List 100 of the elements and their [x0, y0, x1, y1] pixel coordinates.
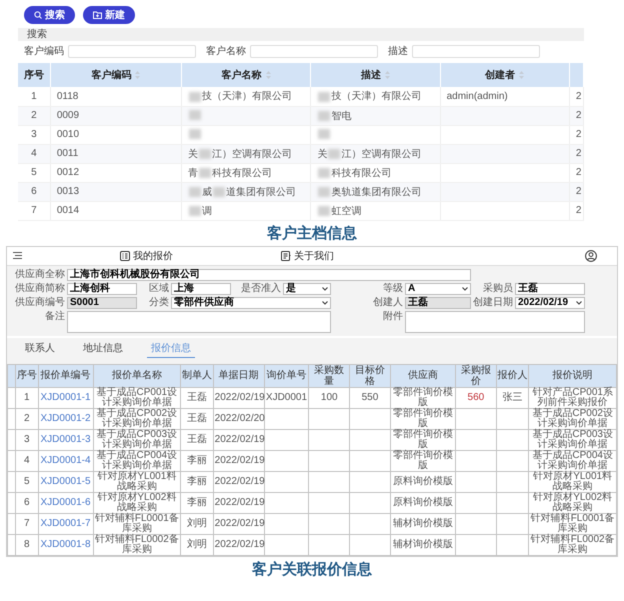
- cell-text: 零部件询价模版: [392, 450, 453, 470]
- sort-icon[interactable]: [266, 71, 271, 80]
- cell-text: 基于成品CP002设计采购询价单据: [532, 408, 613, 428]
- cell-text: 0009: [56, 110, 80, 121]
- field-label: 客户名称: [206, 44, 246, 58]
- input-field: S0001: [67, 296, 137, 308]
- cell-text: 原料询价模版: [392, 496, 453, 508]
- cell-text: 基于成品CP004设计采购询价单据: [96, 450, 178, 470]
- input-field[interactable]: [250, 44, 378, 58]
- cell-text: 2022/02/20: [214, 412, 265, 424]
- cell-text: 刘明: [186, 518, 207, 528]
- sort-icon[interactable]: [384, 71, 390, 80]
- sort-icon[interactable]: [519, 71, 524, 80]
- select-field[interactable]: 是: [283, 282, 331, 294]
- cell-text: 5: [31, 167, 37, 178]
- cell-text: 2: [576, 90, 582, 102]
- cell-text: 青: [188, 168, 198, 178]
- cell-text: 科技有限公司: [331, 168, 392, 178]
- cell-text: 3: [24, 434, 30, 444]
- nav-link[interactable]: 我的报价: [120, 248, 173, 262]
- cell-text: 1: [31, 90, 37, 102]
- cell-text: 0118: [56, 90, 78, 102]
- cell-text: 原料询价模版: [392, 476, 453, 486]
- cell-text: 2: [576, 205, 582, 216]
- cell-text: 技（天津）有限公司: [202, 91, 292, 102]
- input-field[interactable]: 上海: [171, 282, 231, 294]
- cell-text: 张三: [502, 392, 523, 402]
- cell-text: admin(admin): [446, 90, 508, 102]
- select-field[interactable]: 2022/02/19: [515, 296, 585, 308]
- cell-text: 王磊: [186, 392, 207, 402]
- field-label: 备注: [44, 310, 65, 322]
- cell-text: 2022/02/19: [214, 496, 265, 508]
- cell-text: 针对辅料FL0002备库采购: [530, 534, 615, 554]
- blurred-text: [189, 92, 202, 102]
- blurred-text: [328, 148, 340, 159]
- blurred-text: [318, 206, 330, 216]
- cell-text: 零部件询价模版: [392, 408, 453, 428]
- field-label: 附件: [382, 310, 403, 322]
- cell-text: 3: [31, 129, 37, 140]
- user-icon[interactable]: [585, 250, 597, 262]
- tab[interactable]: 联系人: [21, 340, 59, 358]
- cell-text: 7: [31, 205, 37, 216]
- new-button[interactable]: 新建: [83, 6, 135, 24]
- cell-text: 2022/02/19: [214, 538, 265, 550]
- input-field[interactable]: [68, 44, 196, 58]
- cell-text: 针对产品CP001系列前件采购报价: [532, 386, 613, 408]
- blurred-text: [213, 186, 226, 197]
- chevron-icon: [462, 286, 468, 290]
- cell-text: 针对辅料FL0001备库采购: [530, 512, 615, 534]
- input-field[interactable]: 王磊: [515, 282, 585, 294]
- cell-text: 7: [24, 518, 30, 528]
- sort-icon[interactable]: [135, 71, 140, 80]
- blurred-text: [189, 186, 202, 197]
- tab[interactable]: 地址信息: [79, 340, 127, 358]
- text-area[interactable]: [67, 310, 331, 332]
- document-icon: [281, 250, 291, 260]
- cell-text: 4: [31, 148, 37, 159]
- input-field: 王磊: [405, 296, 471, 308]
- field-label: 供应商简称: [14, 282, 65, 294]
- column-header[interactable]: 客户编码: [50, 63, 182, 87]
- chevron-icon: [322, 300, 328, 304]
- cell-text: 2: [576, 148, 582, 159]
- cell-text: 智电: [331, 110, 352, 122]
- blurred-text: [318, 92, 330, 102]
- cell-text: 1: [24, 392, 30, 402]
- cell-text: 5: [24, 476, 30, 486]
- search-button[interactable]: 搜索: [24, 6, 75, 24]
- menu-icon[interactable]: [13, 252, 22, 259]
- select-field[interactable]: A: [405, 282, 471, 294]
- blurred-text: [189, 110, 202, 120]
- input-field[interactable]: 上海市创科机械股份有限公司: [67, 268, 471, 280]
- field-label: 采购员: [482, 282, 513, 294]
- column-header: 报价单编号: [38, 364, 94, 387]
- cell-text: 李丽: [186, 496, 207, 508]
- blurred-text: [199, 148, 212, 159]
- cell-text: 2: [31, 110, 37, 121]
- column-header: 采购数量: [308, 364, 350, 387]
- cell-text: 0011: [56, 148, 78, 159]
- cell-text: 调: [202, 206, 212, 216]
- cell-text: 辅材询价模版: [392, 518, 453, 528]
- cell-text: 针对原材YL002料战略采购: [97, 492, 176, 512]
- select-field[interactable]: 零部件供应商: [171, 296, 331, 308]
- caption: 客户关联报价信息: [251, 560, 373, 580]
- field-label: 供应商编号: [14, 296, 65, 308]
- field-label: 是否准入: [240, 282, 281, 294]
- cell-text: 8: [24, 538, 30, 550]
- column-header: 制单人: [180, 364, 214, 387]
- cell-text: 2: [576, 129, 582, 140]
- field-label: 区域: [148, 282, 169, 294]
- column-header[interactable]: 创建者: [440, 63, 570, 87]
- input-field[interactable]: [412, 44, 540, 58]
- cell-text: 王磊: [186, 434, 207, 444]
- cell-text: 针对辅料FL0001备库采购: [94, 512, 179, 534]
- cell-text: 2022/02/19: [214, 518, 265, 528]
- column-header[interactable]: 描述: [310, 63, 440, 87]
- input-field[interactable]: 上海创科: [67, 282, 137, 294]
- nav-link[interactable]: 关于我们: [281, 248, 334, 262]
- chevron-icon: [576, 300, 582, 304]
- text-area[interactable]: [405, 310, 585, 332]
- column-header[interactable]: 客户名称: [182, 63, 311, 87]
